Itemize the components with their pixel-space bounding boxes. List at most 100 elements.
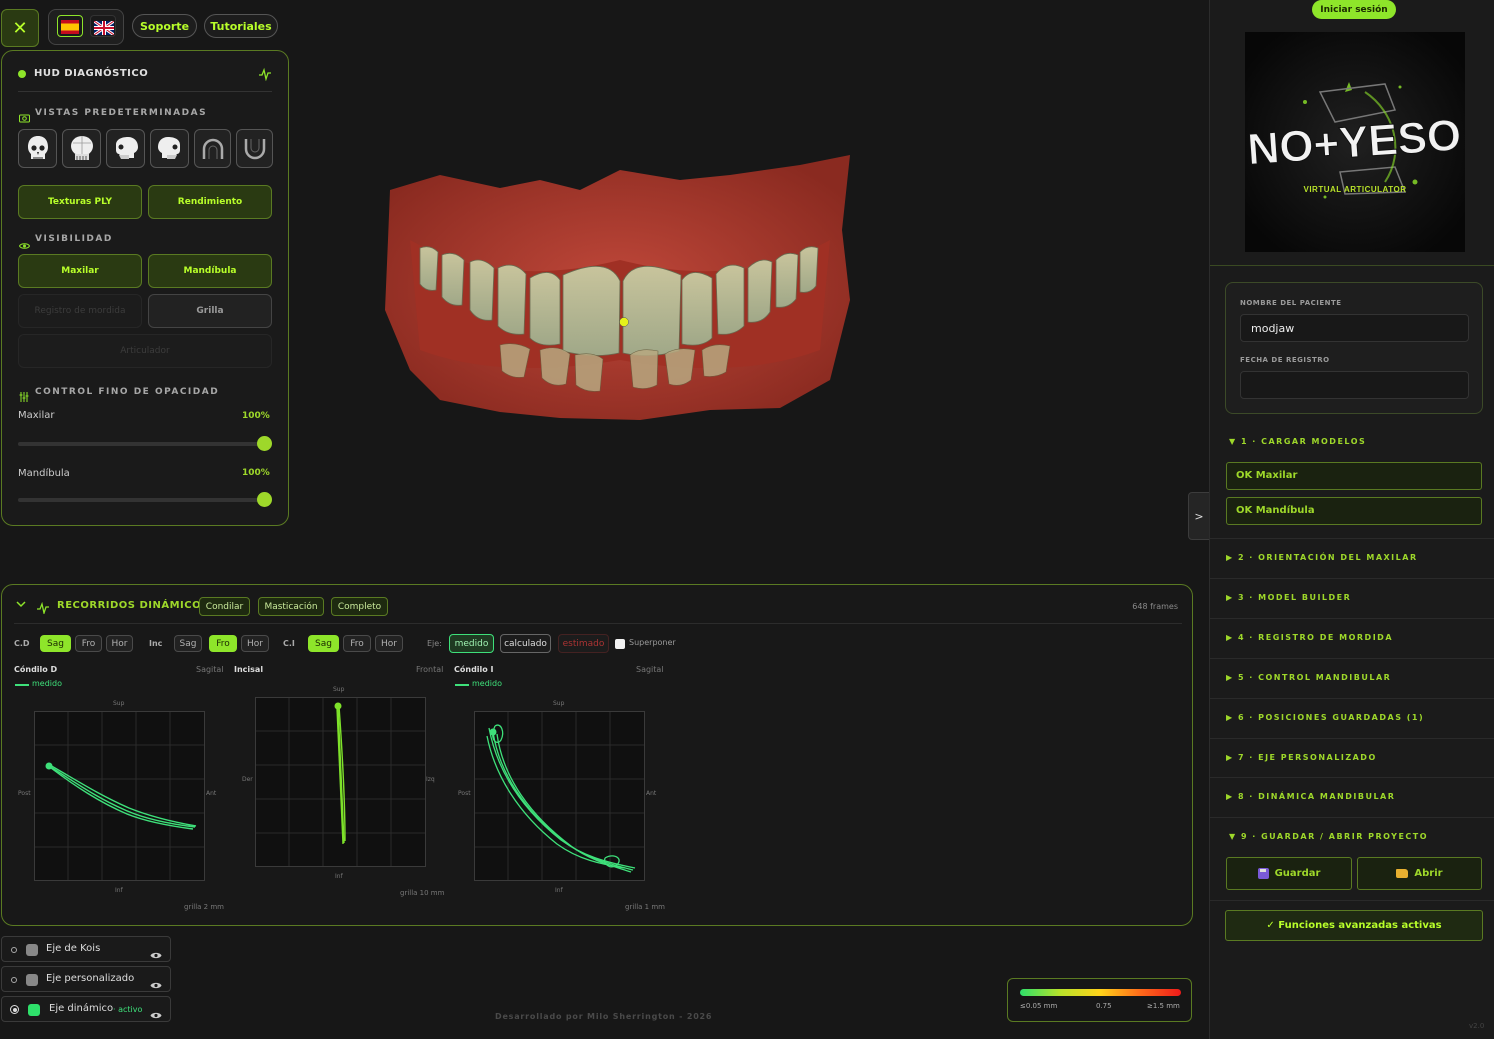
lower-arch-icon [244,138,265,159]
ok-maxilar-button[interactable]: OK Maxilar [1226,462,1482,490]
plot-inc-bottom: Inf [335,873,343,880]
folder-icon [1396,869,1409,878]
sidebar-collapse-button[interactable]: > [1188,492,1210,540]
plot-ci-name: Cóndilo I [454,665,494,674]
cd-view-hor[interactable]: Hor [106,635,133,652]
tab-completo[interactable]: Completo [331,597,388,616]
step-9-header[interactable]: ▼ 9 · GUARDAR / ABRIR PROYECTO [1229,832,1428,841]
patient-name-label: NOMBRE DEL PACIENTE [1240,299,1342,307]
plot-cd-legend-line [15,684,29,686]
distance-colorbar: ≤0.05 mm 0.75 ≥1.5 mm [1007,978,1192,1022]
radio-icon[interactable] [11,947,17,953]
support-link[interactable]: Soporte [132,14,197,38]
performance-button[interactable]: Rendimiento [148,185,272,219]
axis-label: Eje personalizado [46,973,135,984]
step-3-header[interactable]: ▶ 3 · MODEL BUILDER [1226,593,1351,602]
view-lower-arch-button[interactable] [236,129,273,168]
open-button[interactable]: Abrir [1357,857,1482,890]
superpose-checkbox[interactable] [615,639,625,649]
tab-condilar[interactable]: Condilar [199,597,250,616]
hud-status-dot [18,70,26,78]
plot-ci-grid: grilla 1 mm [625,903,665,911]
tab-masticacion[interactable]: Masticación [258,597,324,616]
articulator-toggle[interactable]: Articulador [18,334,272,368]
ci-view-hor[interactable]: Hor [375,635,403,652]
views-title: VISTAS PREDETERMINADAS [35,108,208,118]
inc-view-sag[interactable]: Sag [174,635,202,652]
chevron-down-icon[interactable] [16,600,26,611]
plot-ci-bottom: Inf [555,887,563,894]
view-left-button[interactable] [106,129,145,168]
opacity-maxilar-label: Maxilar [18,410,55,421]
opacity-maxilar-value: 100% [242,411,270,421]
step-1-header[interactable]: ▼ 1 · CARGAR MODELOS [1229,437,1366,446]
plot-cd-grid: grilla 2 mm [184,903,224,911]
view-top-button[interactable] [62,129,101,168]
opacity-mandibula-thumb[interactable] [257,492,272,507]
inc-view-fro[interactable]: Fro [209,635,237,652]
axis-measured-button[interactable]: medido [449,634,494,653]
ok-mandibula-button[interactable]: OK Mandíbula [1226,497,1482,525]
footer-credit: Desarrollado por Milo Sherrington - 2026 [495,1012,713,1021]
bite-toggle[interactable]: Registro de mordida [18,294,142,328]
maxilar-toggle[interactable]: Maxilar [18,254,142,288]
textures-button[interactable]: Texturas PLY [18,185,142,219]
opacity-mandibula-slider[interactable] [18,492,272,507]
view-upper-arch-button[interactable] [194,129,231,168]
view-right-button[interactable] [150,129,189,168]
ci-view-sag[interactable]: Sag [308,635,339,652]
plot-ci-chart [474,711,645,881]
cd-view-sag[interactable]: Sag [40,635,71,652]
plot-ci-legend-line [455,684,469,686]
eye-icon[interactable] [150,975,162,994]
colorbar-min: ≤0.05 mm [1020,1002,1058,1010]
grid-toggle[interactable]: Grilla [148,294,272,328]
dental-3d-model[interactable] [380,150,860,430]
skull-side-right-icon [157,136,180,159]
skull-top-icon [70,135,93,160]
axis-row-custom[interactable]: Eje personalizado [1,966,171,992]
step-7-header[interactable]: ▶ 7 · EJE PERSONALIZADO [1226,753,1377,762]
radio-icon[interactable] [11,977,17,983]
uk-flag-icon[interactable] [90,15,116,37]
plot-cd-top: Sup [113,700,125,707]
patient-name-value: modjaw [1251,322,1295,335]
record-date-input[interactable] [1240,371,1469,399]
tutorials-link[interactable]: Tutoriales [204,14,278,38]
patient-card: NOMBRE DEL PACIENTE modjaw FECHA DE REGI… [1225,282,1483,414]
plot-inc-left: Der [242,776,253,783]
plot-inc-chart [255,697,426,867]
step-8-header[interactable]: ▶ 8 · DINÁMICA MANDIBULAR [1226,792,1395,801]
right-sidebar: Iniciar sesión NO+YESO VIRTUAL ARTICULAT… [1209,0,1494,1039]
radio-selected-icon[interactable] [10,1005,19,1014]
spain-flag-icon[interactable] [57,15,83,37]
save-button[interactable]: Guardar [1226,857,1352,890]
view-front-button[interactable] [18,129,57,168]
patient-name-input[interactable]: modjaw [1240,314,1469,342]
step-4-header[interactable]: ▶ 4 · REGISTRO DE MORDIDA [1226,633,1393,642]
login-button[interactable]: Iniciar sesión [1312,0,1396,19]
step-5-header[interactable]: ▶ 5 · CONTROL MANDIBULAR [1226,673,1391,682]
axis-row-dynamic[interactable]: Eje dinámico · activo [1,996,171,1022]
plot-ci-view: Sagital [636,665,664,674]
step-2-header[interactable]: ▶ 2 · ORIENTACIÓN DEL MAXILAR [1226,553,1418,562]
axis-estimated-button[interactable]: estimado [558,634,609,653]
axis-row-kois[interactable]: Eje de Kois [1,936,171,962]
advanced-features-button[interactable]: ✓ Funciones avanzadas activas [1225,910,1483,941]
activity-icon[interactable] [258,66,272,85]
ci-view-fro[interactable]: Fro [343,635,371,652]
cd-view-fro[interactable]: Fro [75,635,102,652]
axis-calculated-button[interactable]: calculado [500,634,551,653]
mandibula-toggle[interactable]: Mandíbula [148,254,272,288]
plot-inc-grid: grilla 10 mm [400,889,445,897]
close-button[interactable]: ✕ [1,9,39,47]
opacity-maxilar-slider[interactable] [18,436,272,451]
opacity-maxilar-thumb[interactable] [257,436,272,451]
eye-icon[interactable] [150,945,162,964]
eye-icon[interactable] [150,1005,162,1024]
opacity-title: CONTROL FINO DE OPACIDAD [35,387,220,397]
step-6-header[interactable]: ▶ 6 · POSICIONES GUARDADAS (1) [1226,713,1424,722]
plot-ci-right: Ant [646,790,657,797]
hud-panel: HUD DIAGNÓSTICO VISTAS PREDETERMINADAS T… [1,50,289,526]
inc-view-hor[interactable]: Hor [241,635,269,652]
